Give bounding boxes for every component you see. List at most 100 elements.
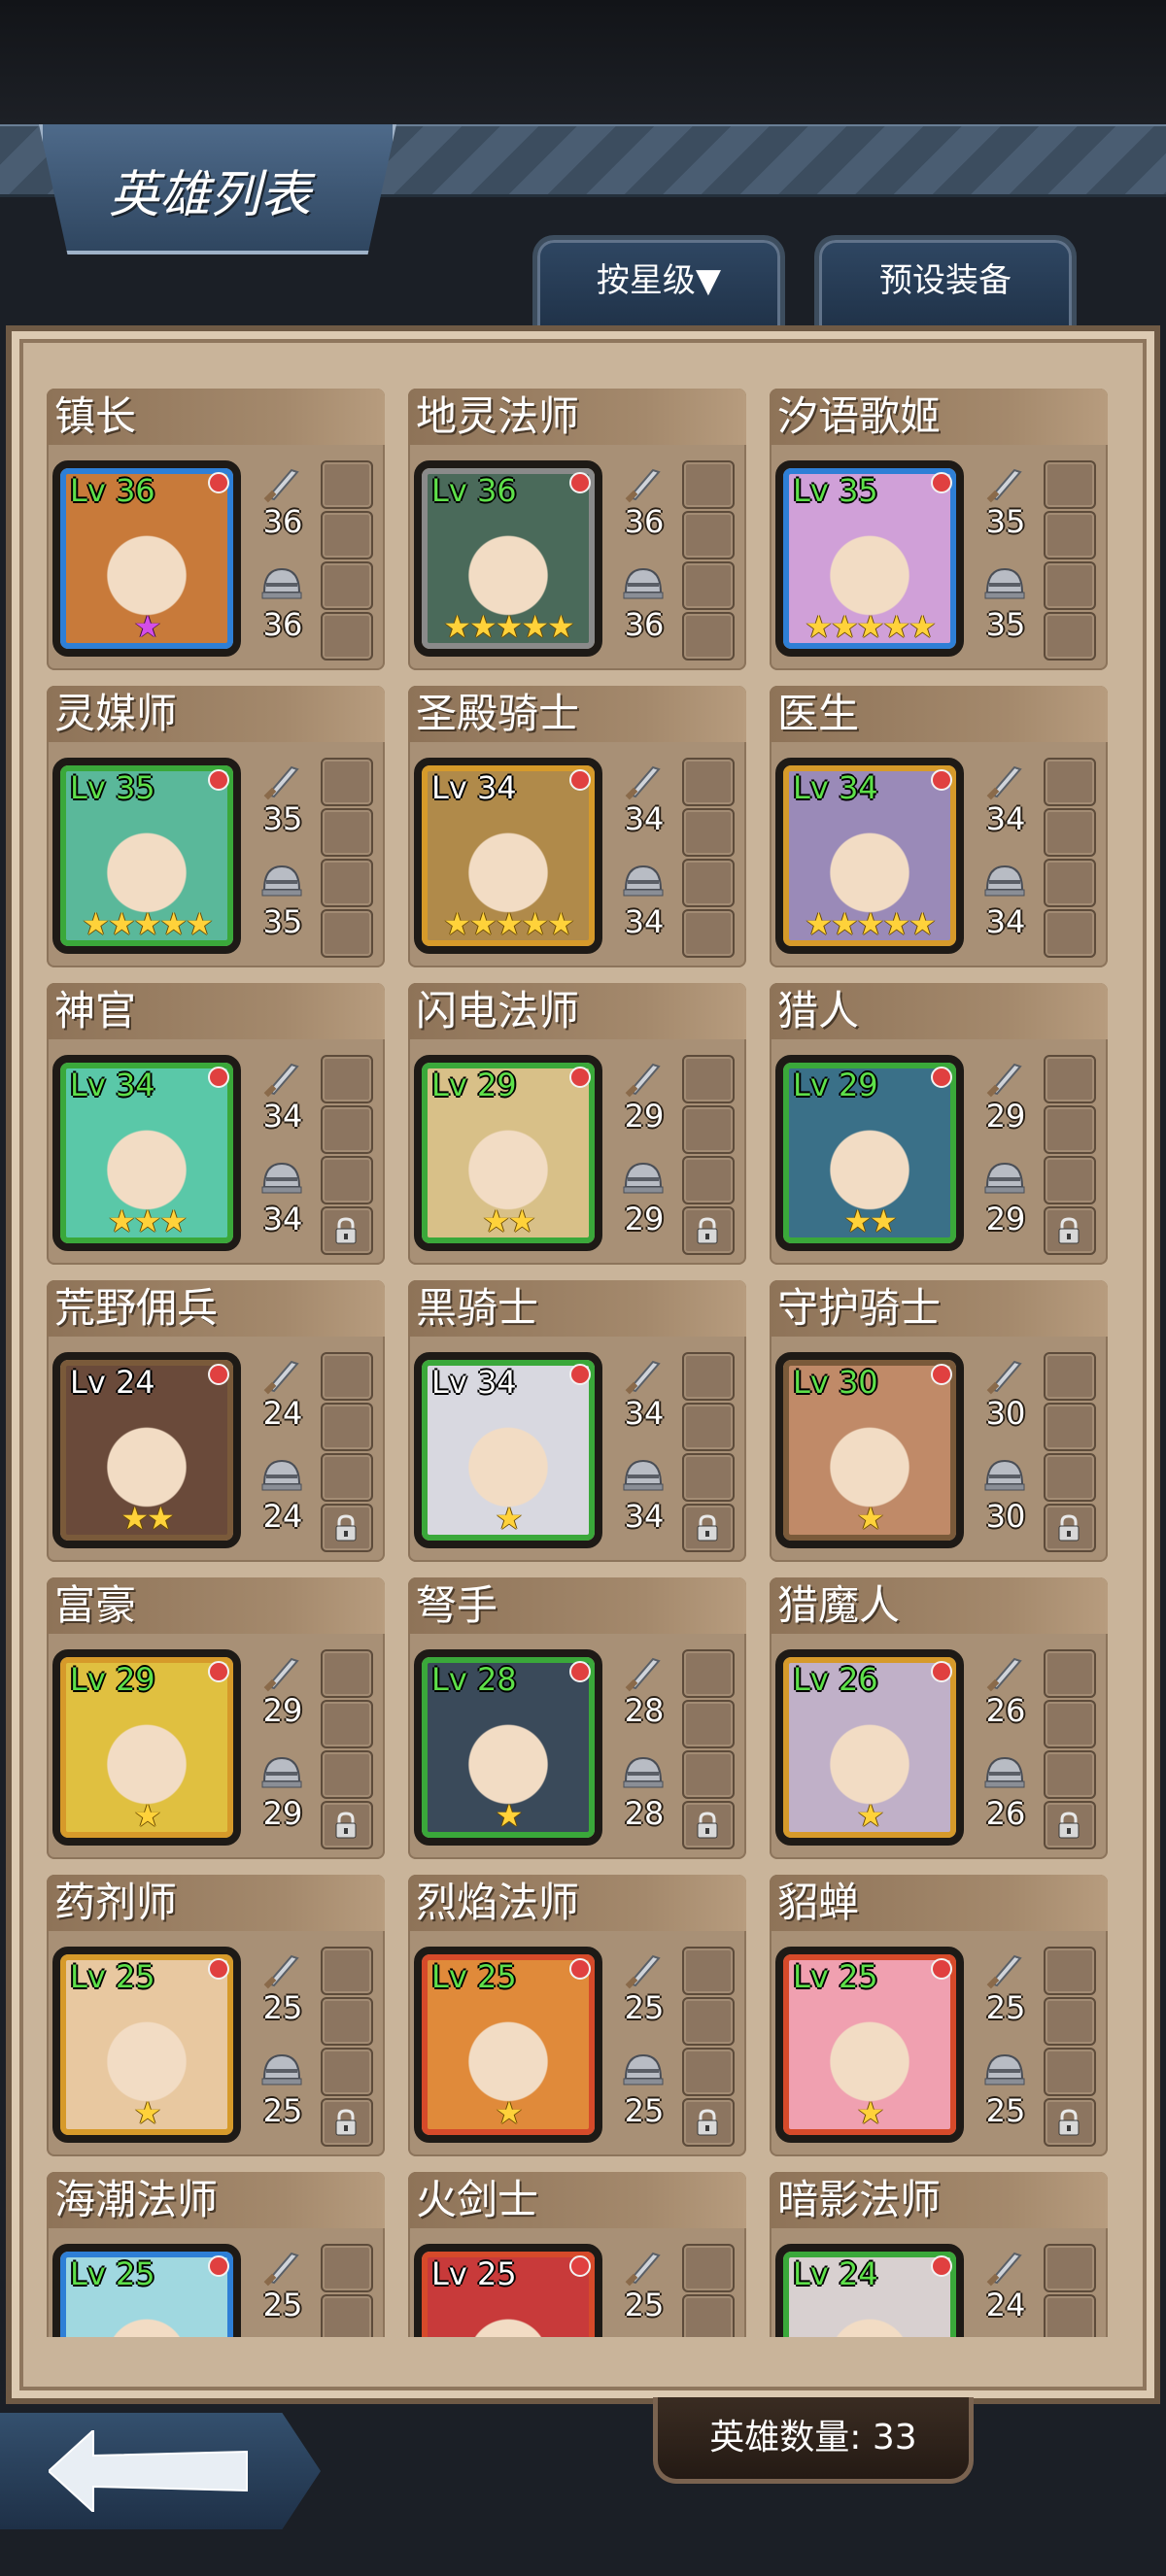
equipment-slot[interactable]	[321, 612, 373, 661]
equipment-slot[interactable]	[682, 1055, 735, 1103]
hero-portrait[interactable]: Lv 25 ★	[52, 1947, 241, 2143]
hero-card[interactable]: 汐语歌姬 Lv 35 ★★★★★ 35 35	[770, 389, 1108, 670]
hero-portrait[interactable]: Lv 24	[775, 2244, 964, 2337]
equipment-slot[interactable]	[321, 1403, 373, 1451]
hero-card[interactable]: 神官 Lv 34 ★★★ 34 34	[47, 983, 385, 1265]
equipment-slot[interactable]	[1044, 1504, 1096, 1552]
hero-portrait[interactable]: Lv 30 ★	[775, 1352, 964, 1548]
hero-portrait[interactable]: Lv 25	[52, 2244, 241, 2337]
equipment-slot[interactable]	[1044, 758, 1096, 806]
hero-card[interactable]: 圣殿骑士 Lv 34 ★★★★★ 34 34	[408, 686, 746, 967]
equipment-slot[interactable]	[1044, 859, 1096, 907]
equipment-slot[interactable]	[321, 1700, 373, 1748]
hero-portrait[interactable]: Lv 25 ★	[775, 1947, 964, 2143]
equipment-slot[interactable]	[321, 1649, 373, 1698]
hero-card[interactable]: 灵媒师 Lv 35 ★★★★★ 35 35	[47, 686, 385, 967]
equipment-slot[interactable]	[321, 2048, 373, 2096]
equipment-slot[interactable]	[682, 758, 735, 806]
equipment-slot[interactable]	[321, 1504, 373, 1552]
equipment-slot[interactable]	[682, 460, 735, 509]
hero-card[interactable]: 海潮法师 Lv 25 25	[47, 2172, 385, 2337]
equipment-slot[interactable]	[1044, 2244, 1096, 2292]
hero-card[interactable]: 荒野佣兵 Lv 24 ★★ 24 24	[47, 1280, 385, 1562]
equipment-slot[interactable]	[1044, 511, 1096, 559]
hero-portrait[interactable]: Lv 26 ★	[775, 1649, 964, 1846]
hero-portrait[interactable]: Lv 24 ★★	[52, 1352, 241, 1548]
hero-portrait[interactable]: Lv 29 ★★	[775, 1055, 964, 1251]
hero-portrait[interactable]: Lv 29 ★	[52, 1649, 241, 1846]
equipment-slot[interactable]	[321, 808, 373, 857]
equipment-slot[interactable]	[1044, 1206, 1096, 1255]
equipment-slot[interactable]	[1044, 1947, 1096, 1995]
equipment-slot[interactable]	[321, 561, 373, 610]
equipment-slot[interactable]	[321, 859, 373, 907]
equipment-slot[interactable]	[321, 1206, 373, 1255]
equipment-slot[interactable]	[321, 1750, 373, 1799]
equipment-slot[interactable]	[321, 1156, 373, 1204]
equipment-slot[interactable]	[1044, 1055, 1096, 1103]
sort-by-star-button[interactable]: 按星级▼	[532, 235, 785, 333]
equipment-slot[interactable]	[321, 1105, 373, 1154]
equipment-slot[interactable]	[682, 612, 735, 661]
hero-portrait[interactable]: Lv 36 ★	[52, 460, 241, 657]
hero-card[interactable]: 烈焰法师 Lv 25 ★ 25 25	[408, 1875, 746, 2156]
equipment-slot[interactable]	[682, 2244, 735, 2292]
hero-card[interactable]: 药剂师 Lv 25 ★ 25 25	[47, 1875, 385, 2156]
hero-card[interactable]: 富豪 Lv 29 ★ 29 29	[47, 1577, 385, 1859]
equipment-slot[interactable]	[682, 1801, 735, 1849]
equipment-slot[interactable]	[321, 1997, 373, 2046]
equipment-slot[interactable]	[1044, 561, 1096, 610]
equipment-slot[interactable]	[682, 1105, 735, 1154]
equipment-slot[interactable]	[321, 460, 373, 509]
equipment-slot[interactable]	[321, 909, 373, 958]
hero-card[interactable]: 医生 Lv 34 ★★★★★ 34 34	[770, 686, 1108, 967]
equipment-slot[interactable]	[682, 1649, 735, 1698]
hero-portrait[interactable]: Lv 34 ★★★★★	[775, 758, 964, 954]
equipment-slot[interactable]	[682, 1700, 735, 1748]
equipment-slot[interactable]	[682, 1403, 735, 1451]
equipment-slot[interactable]	[321, 2244, 373, 2292]
equipment-slot[interactable]	[1044, 1700, 1096, 1748]
preset-equipment-button[interactable]: 预设装备	[814, 235, 1077, 333]
equipment-slot[interactable]	[321, 2294, 373, 2337]
hero-portrait[interactable]: Lv 34 ★	[414, 1352, 602, 1548]
equipment-slot[interactable]	[682, 1750, 735, 1799]
equipment-slot[interactable]	[321, 511, 373, 559]
hero-portrait[interactable]: Lv 25 ★	[414, 1947, 602, 2143]
equipment-slot[interactable]	[1044, 1453, 1096, 1502]
equipment-slot[interactable]	[321, 1352, 373, 1401]
hero-card[interactable]: 镇长 Lv 36 ★ 36 36	[47, 389, 385, 670]
equipment-slot[interactable]	[321, 1947, 373, 1995]
equipment-slot[interactable]	[682, 2294, 735, 2337]
hero-card[interactable]: 黑骑士 Lv 34 ★ 34 34	[408, 1280, 746, 1562]
hero-card[interactable]: 貂蝉 Lv 25 ★ 25 25	[770, 1875, 1108, 2156]
hero-card[interactable]: 猎人 Lv 29 ★★ 29 29	[770, 983, 1108, 1265]
back-arrow-icon[interactable]	[49, 2430, 253, 2512]
hero-portrait[interactable]: Lv 34 ★★★	[52, 1055, 241, 1251]
hero-portrait[interactable]: Lv 36 ★★★★★	[414, 460, 602, 657]
equipment-slot[interactable]	[682, 1504, 735, 1552]
equipment-slot[interactable]	[1044, 1801, 1096, 1849]
hero-portrait[interactable]: Lv 34 ★★★★★	[414, 758, 602, 954]
hero-portrait[interactable]: Lv 35 ★★★★★	[775, 460, 964, 657]
hero-card[interactable]: 闪电法师 Lv 29 ★★ 29 29	[408, 983, 746, 1265]
equipment-slot[interactable]	[1044, 2098, 1096, 2147]
hero-portrait[interactable]: Lv 35 ★★★★★	[52, 758, 241, 954]
equipment-slot[interactable]	[682, 1947, 735, 1995]
equipment-slot[interactable]	[321, 1801, 373, 1849]
equipment-slot[interactable]	[321, 758, 373, 806]
equipment-slot[interactable]	[1044, 612, 1096, 661]
equipment-slot[interactable]	[1044, 1156, 1096, 1204]
equipment-slot[interactable]	[1044, 1750, 1096, 1799]
equipment-slot[interactable]	[1044, 2048, 1096, 2096]
equipment-slot[interactable]	[682, 1156, 735, 1204]
hero-card[interactable]: 火剑士 Lv 25 25	[408, 2172, 746, 2337]
equipment-slot[interactable]	[682, 511, 735, 559]
hero-grid[interactable]: 镇长 Lv 36 ★ 36 36 地灵法师 Lv 36 ★★★★★ 36 36 汐语歌姬 Lv 35 ★…	[47, 389, 1115, 2337]
equipment-slot[interactable]	[682, 1206, 735, 1255]
equipment-slot[interactable]	[682, 1997, 735, 2046]
hero-card[interactable]: 暗影法师 Lv 24 24	[770, 2172, 1108, 2337]
equipment-slot[interactable]	[321, 2098, 373, 2147]
equipment-slot[interactable]	[1044, 2294, 1096, 2337]
equipment-slot[interactable]	[1044, 1649, 1096, 1698]
